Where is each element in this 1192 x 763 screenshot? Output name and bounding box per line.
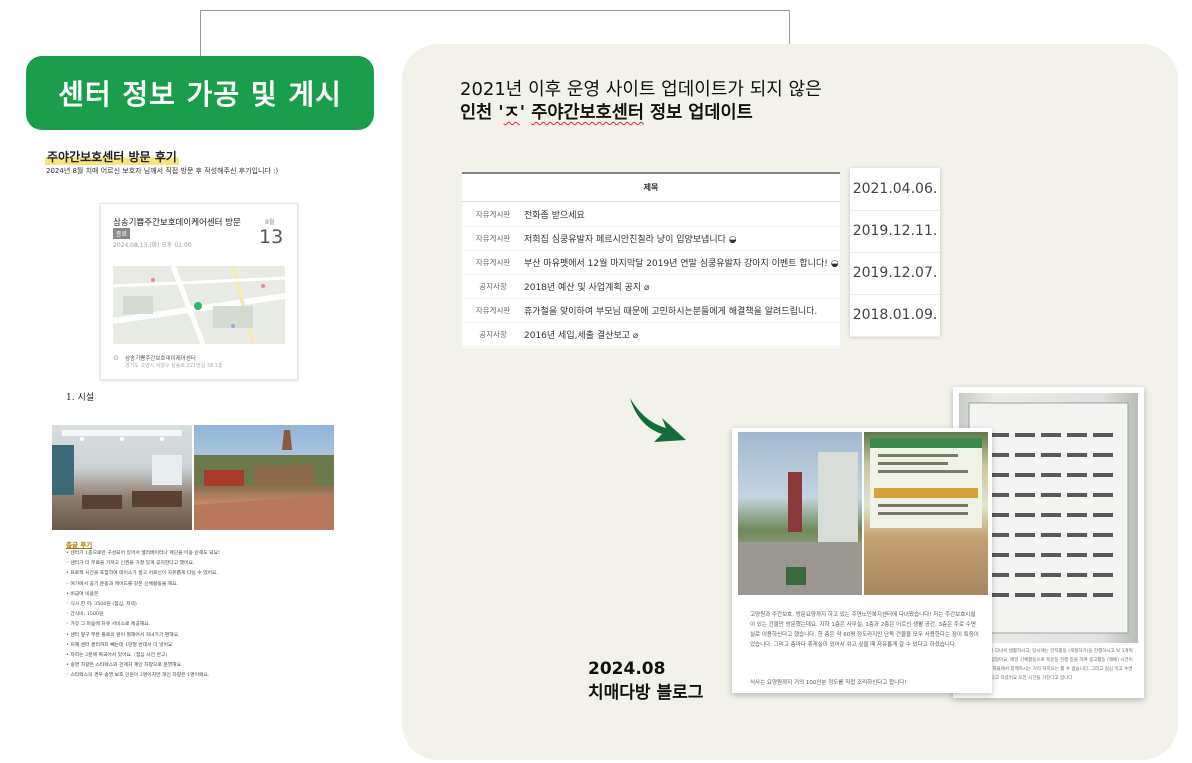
card-month: 8월 bbox=[265, 219, 275, 226]
interior-photo bbox=[52, 425, 192, 530]
status-badge: 종료 bbox=[113, 228, 131, 239]
post-date: 2018.01.09. bbox=[850, 294, 940, 337]
list-item: ◦ 센터가 더 무료을 가져고 인권을 가졌 있게 공지한다고 했어요. bbox=[66, 561, 195, 567]
card-datetime: 2024.08.13.(화) 오후 01:00 bbox=[113, 242, 192, 249]
headline-part: ' bbox=[519, 103, 532, 123]
list-item: ◦ 여가에서 공기 운동과 케어드를 같은 신체활동을 해요. bbox=[66, 581, 179, 587]
facility-section-title: 1. 시설 bbox=[66, 393, 95, 403]
row-category: 자유게시판 bbox=[475, 257, 511, 267]
courtyard-photo bbox=[194, 425, 334, 530]
review-list: • 센터가 1층으로만 구성되어 있어서 엘리베이터나 계단을 이용 안해도 되… bbox=[66, 549, 266, 682]
headline-part: ㅈ bbox=[503, 103, 520, 123]
headline-part: 인천 ' bbox=[460, 103, 504, 123]
table-row[interactable]: 자유게시판 부산 마유펫에서 12월 마지막달 2019년 연말 심쿵유발자 강아… bbox=[462, 250, 840, 275]
row-title-link[interactable]: 2018년 예산 및 사업계획 공지 ⌀ bbox=[524, 280, 649, 293]
section-title-banner: 센터 정보 가공 및 게시 bbox=[26, 56, 374, 130]
row-title-link[interactable]: 저희집 심쿵유발자 페르시안친칠라 냥이 입양보냅니다 ◒ bbox=[524, 232, 737, 245]
row-title-link[interactable]: 전화좀 받으세요 bbox=[524, 208, 585, 221]
table-row[interactable]: 자유게시판 휴가철을 맞이하여 부모님 때문에 고민하시는분들에게 해결책을 알려… bbox=[462, 298, 840, 323]
row-category: 자유게시판 bbox=[475, 305, 511, 315]
list-item: • 지혜 센터 센터까지 빼는데 1만얼 반데서 더 넣어요. bbox=[66, 642, 174, 648]
table-row[interactable]: 공지사항 2018년 예산 및 사업계획 공지 ⌀ bbox=[462, 274, 840, 299]
table-row[interactable]: 자유게시판 저희집 심쿵유발자 페르시안친칠라 냥이 입양보냅니다 ◒ bbox=[462, 226, 840, 251]
list-item: • 자리는 2분에 짜국어서 있어요. (점심 사전 완고) bbox=[66, 653, 168, 659]
list-item: ◦ 식사 한 끼: 3500원 (점심, 저녁) bbox=[66, 602, 137, 608]
list-item: • 센터가 1층으로만 구성되어 있어서 엘리베이터나 계단을 이용 안해도 되… bbox=[66, 551, 220, 556]
row-category: 공지사항 bbox=[479, 281, 507, 291]
list-item: ◦ 스타렉스의 경우 송영 보호 인원이 2명이지만 개인 차량은 1명이에요. bbox=[66, 673, 210, 679]
caption-date: 2024.08 bbox=[588, 659, 666, 679]
row-title-link[interactable]: 휴가철을 맞이하여 부모님 때문에 고민하시는분들에게 해결책을 알려드립니다. bbox=[524, 304, 817, 317]
table-row[interactable]: 공지사항 2016년 세입,세출 결산보고 ⌀ bbox=[462, 322, 840, 347]
board-column-title: 제목 bbox=[462, 172, 840, 202]
facility-footnote: 식사는 요양원까지 거의 100인분 정도를 직접 조리하신다고 합니다! bbox=[750, 680, 907, 686]
headline-part: 정보 업데이트 bbox=[643, 103, 753, 123]
facility-sign-photo bbox=[864, 432, 988, 595]
headline-line1: 2021년 이후 운영 사이트 업데이트가 되지 않은 bbox=[460, 79, 822, 100]
date-column: 2021.04.06. 2019.12.11. 2019.12.07. 2018… bbox=[850, 168, 940, 337]
card-address-detail: 경기도 고양시 덕양구 삼송로 221번길 38 1층 bbox=[125, 363, 223, 369]
row-title-link[interactable]: 2016년 세입,세출 결산보고 ⌀ bbox=[524, 328, 638, 341]
post-date: 2019.12.11. bbox=[850, 210, 940, 253]
headline-part: 주야간보호센터 bbox=[531, 103, 644, 123]
blog-subtitle: 2024년 8월 치매 어르신 보호자 님께서 직접 방문 후 작성해주신 후기… bbox=[46, 167, 279, 175]
blog-capture-facility: 고양원과 주간보호, 방문요양까지 하고 있는 주연노인복지센터에 다녀왔습니다… bbox=[732, 428, 992, 693]
list-item: ◦ 가장 그 마음에 자유 서비스로 제공해요. bbox=[66, 622, 151, 628]
facility-description: 고양원과 주간보호, 방문요양까지 하고 있는 주연노인복지센터에 다녀왔습니다… bbox=[750, 612, 979, 648]
list-item: • 비급여 비용은 bbox=[66, 591, 99, 597]
building-photo bbox=[738, 432, 862, 595]
list-item: • 프로젝 시간을 포함하여 데이스가 알고 어르신이 자유롭게 다닐 수 있어… bbox=[66, 571, 218, 577]
visit-card[interactable]: 삼송기쁨주간보호데이케어센터 방문 종료 2024.08.13.(화) 오후 0… bbox=[100, 203, 298, 380]
row-category: 자유게시판 bbox=[475, 209, 511, 219]
post-date: 2021.04.06. bbox=[850, 168, 940, 211]
table-row[interactable]: 자유게시판 전화좀 받으세요 bbox=[462, 202, 840, 227]
row-category: 자유게시판 bbox=[475, 233, 511, 243]
blog-title: 주야간보호센터 방문 후기 bbox=[45, 148, 179, 165]
headline-line2: 인천 'ㅈ' 주야간보호센터 정보 업데이트 bbox=[460, 99, 753, 124]
row-title-link[interactable]: 부산 마유펫에서 12월 마지막달 2019년 연말 심쿵유발자 강아지 이벤트… bbox=[524, 256, 839, 269]
board-table: 제목 자유게시판 전화좀 받으세요 자유게시판 저희집 심쿵유발자 페르시안친칠라 … bbox=[462, 172, 840, 348]
row-category: 공지사항 bbox=[479, 329, 507, 339]
location-map[interactable] bbox=[113, 266, 285, 344]
map-pin-icon bbox=[194, 302, 202, 310]
caption-source: 치매다방 블로그 bbox=[588, 683, 704, 703]
location-pin-icon: ⊙ bbox=[113, 354, 119, 362]
list-item: • 송영 차량은 스타렉스와 관계자 계인 차량으로 운영해요. bbox=[66, 663, 183, 669]
arrow-down-right-icon bbox=[630, 398, 686, 442]
card-center-name: 삼송기쁨주간보호데이케어센터 방문 bbox=[113, 218, 241, 228]
card-address-name: 삼송기쁨주간보호데이케어센터 bbox=[125, 356, 196, 362]
source-caption: 2024.08 치매다방 블로그 bbox=[588, 657, 703, 705]
list-item: ◦ 간식비: 1500원 bbox=[66, 612, 104, 618]
card-day: 13 bbox=[259, 226, 284, 248]
list-item: • 센터 앞구 부분 들로의 앞이 절해어서 자녀가기 편해요. bbox=[66, 632, 180, 638]
review-heading: 총글 후기 bbox=[66, 541, 93, 549]
post-date: 2019.12.07. bbox=[850, 252, 940, 295]
